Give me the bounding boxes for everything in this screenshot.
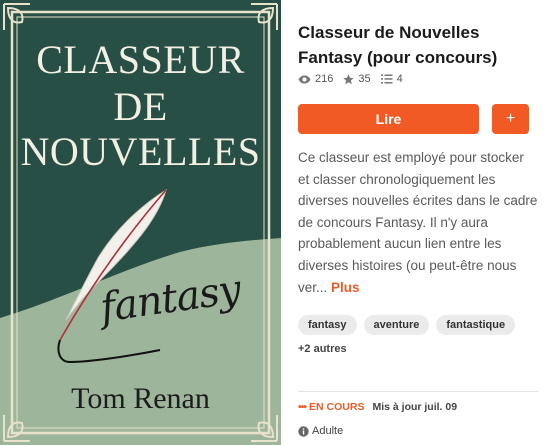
mature-row: Adulte [298,425,343,437]
more-link[interactable]: Plus [331,280,360,295]
tag-fantastique[interactable]: fantastique [436,315,516,335]
story-title[interactable]: Classeur de Nouvelles Fantasy (pour conc… [298,20,543,70]
reads-count: 216 [315,73,334,85]
read-button[interactable]: Lire [298,104,479,134]
votes-stat: 35 [343,73,371,85]
cover-author: Tom Renan [71,382,210,415]
star-icon [343,73,355,84]
eye-icon [298,75,311,83]
info-icon [298,425,309,437]
update-date: Mis à jour juil. 09 [372,401,458,413]
cover-title-line3: NOUVELLES [20,129,261,174]
status-dots-icon: ••• [298,401,307,413]
story-stats: 216 35 4 [298,73,413,85]
more-tags-link[interactable]: +2 autres [298,343,347,355]
tag-list: fantasy aventure fantastique [298,315,522,335]
parts-count: 4 [396,73,403,85]
parts-stat: 4 [380,73,403,85]
tag-fantasy[interactable]: fantasy [298,315,357,335]
divider [298,391,538,392]
status-badge: EN COURS [309,401,365,413]
description-text: Ce classeur est employé pour stocker et … [298,150,538,295]
reads-stat: 216 [298,73,333,85]
votes-count: 35 [358,73,371,85]
story-description: Ce classeur est employé pour stocker et … [298,147,538,298]
list-icon [380,74,393,84]
tag-aventure[interactable]: aventure [363,315,430,335]
book-cover[interactable]: CLASSEUR DE NOUVELLES fantasy Tom Renan [0,0,281,445]
mature-label: Adulte [312,425,344,437]
status-row: ••• EN COURS Mis à jour juil. 09 [298,401,457,413]
cover-title-line2: DE [113,84,168,129]
cover-title-line1: CLASSEUR [36,37,245,82]
add-to-library-button[interactable]: + [492,104,529,134]
